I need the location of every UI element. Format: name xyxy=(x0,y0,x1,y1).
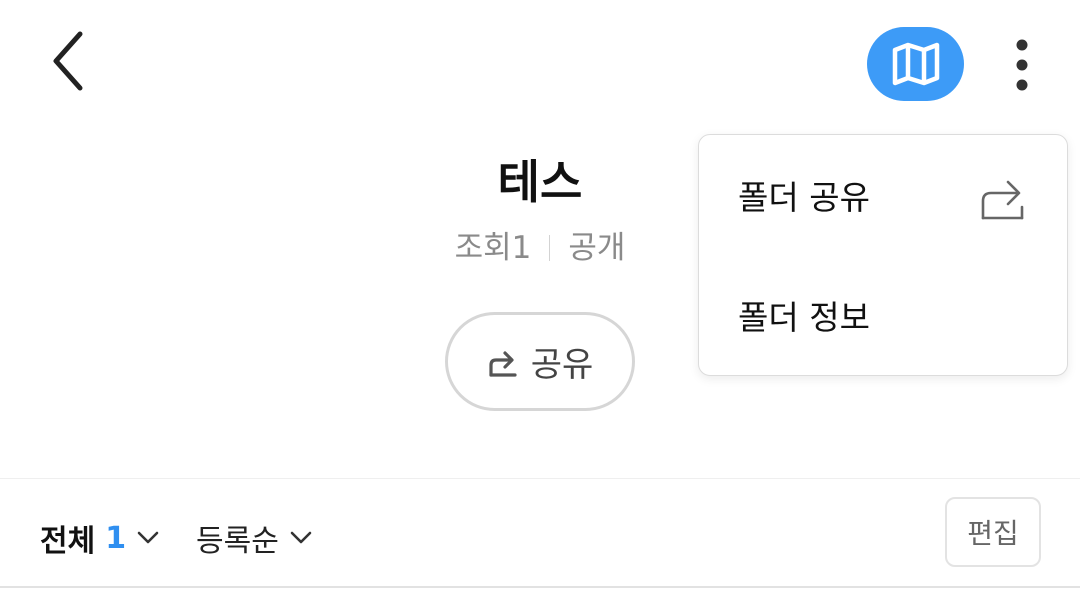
more-options-button[interactable] xyxy=(996,34,1048,96)
chevron-down-icon xyxy=(290,531,312,544)
edit-button[interactable]: 편집 xyxy=(945,497,1041,567)
chevron-left-icon xyxy=(53,31,83,91)
share-icon xyxy=(489,350,517,377)
options-menu: 폴더 공유 폴더 정보 xyxy=(698,134,1068,376)
folder-meta: 조회1 공개 xyxy=(340,226,740,270)
sort-label: 등록순 xyxy=(196,524,279,559)
back-button[interactable] xyxy=(38,28,98,94)
map-view-button[interactable] xyxy=(867,27,964,101)
share-button-label: 공유 xyxy=(530,345,594,385)
meta-divider xyxy=(549,235,551,261)
folder-title: 테스 xyxy=(497,155,583,209)
filter-dropdown[interactable]: 전체 1 xyxy=(40,514,160,562)
menu-item-folder-info[interactable]: 폴더 정보 xyxy=(699,255,1067,375)
map-icon xyxy=(892,42,939,86)
menu-item-share-folder[interactable]: 폴더 공유 xyxy=(699,135,1067,255)
share-icon xyxy=(981,180,1024,220)
more-vertical-icon xyxy=(1016,39,1028,91)
filter-label: 전체 xyxy=(40,524,96,559)
share-button[interactable]: 공유 xyxy=(445,312,635,411)
chevron-down-icon xyxy=(137,531,159,544)
menu-item-label: 폴더 공유 xyxy=(738,178,870,217)
section-divider xyxy=(0,478,1080,479)
visibility-label: 공개 xyxy=(568,230,626,266)
view-count: 조회1 xyxy=(454,230,532,266)
menu-item-label: 폴더 정보 xyxy=(738,298,870,337)
filter-count: 1 xyxy=(105,520,127,556)
list-top-border xyxy=(0,586,1080,588)
sort-dropdown[interactable]: 등록순 xyxy=(196,514,313,562)
